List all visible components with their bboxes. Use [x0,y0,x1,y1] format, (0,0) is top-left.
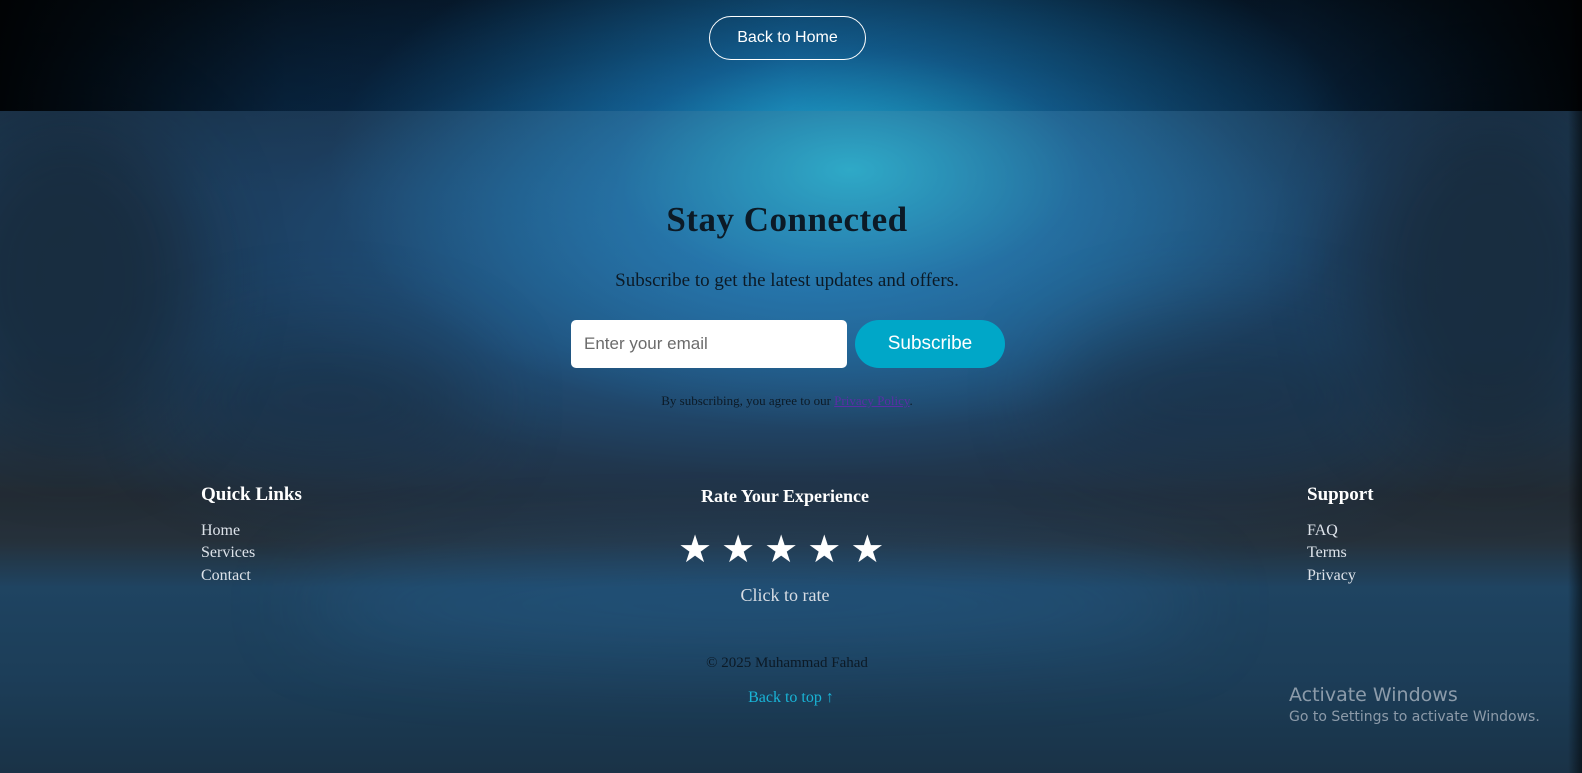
support-link-terms[interactable]: Terms [1307,544,1347,562]
rating-hint: Click to rate [740,585,830,605]
star-icon-3[interactable]: ★ [764,530,798,568]
scrollbar-edge [1568,0,1582,773]
privacy-notice-prefix: By subscribing, you agree to our [661,393,835,408]
quick-link-services[interactable]: Services [201,544,255,562]
watermark-line-1: Activate Windows [1289,684,1458,706]
rating-title: Rate Your Experience [701,486,869,506]
back-to-home-button[interactable]: Back to Home [709,16,866,60]
support-link-faq[interactable]: FAQ [1307,522,1338,540]
privacy-notice-suffix: . [909,393,913,408]
watermark-line-2: Go to Settings to activate Windows. [1289,709,1540,725]
quick-link-home[interactable]: Home [201,522,240,540]
star-icon-5[interactable]: ★ [850,530,884,568]
quick-links-title: Quick Links [201,484,302,505]
star-icon-1[interactable]: ★ [678,530,712,568]
email-input[interactable] [571,320,847,368]
support-title: Support [1307,484,1374,505]
quick-link-contact[interactable]: Contact [201,567,251,585]
privacy-notice: By subscribing, you agree to our Privacy… [0,393,1574,409]
subscribe-button[interactable]: Subscribe [855,320,1005,368]
support-link-privacy[interactable]: Privacy [1307,567,1356,585]
newsletter-title: Stay Connected [666,200,908,239]
star-icon-4[interactable]: ★ [807,530,841,568]
privacy-policy-link[interactable]: Privacy Policy [834,393,909,408]
star-icon-2[interactable]: ★ [721,530,755,568]
windows-activation-watermark: Activate Windows Go to Settings to activ… [1289,684,1540,725]
newsletter-subtitle: Subscribe to get the latest updates and … [615,270,959,291]
star-rating[interactable]: ★ ★ ★ ★ ★ [678,530,884,568]
copyright-text: © 2025 Muhammad Fahad [706,655,868,671]
